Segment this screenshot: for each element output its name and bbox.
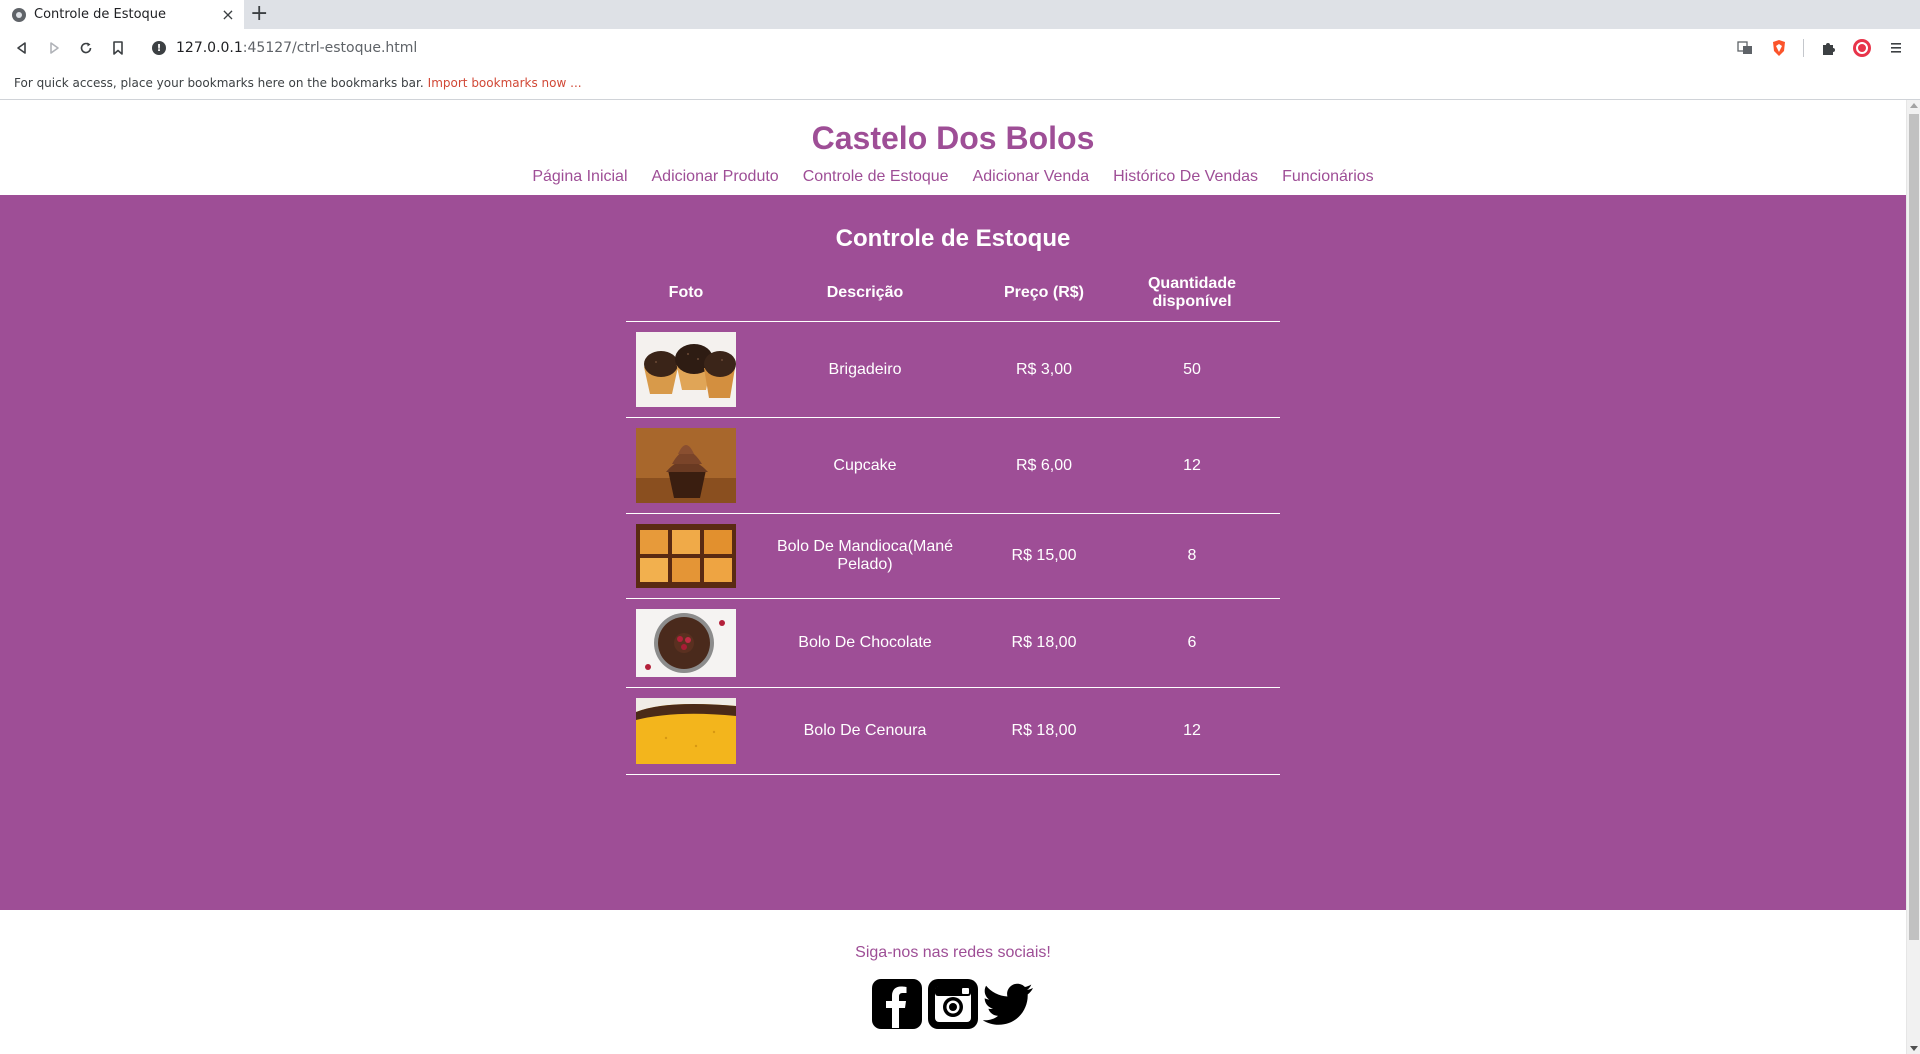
bookmarks-hint: For quick access, place your bookmarks h… — [14, 76, 424, 90]
page-scrollbar[interactable] — [1906, 100, 1920, 1054]
stock-table: Foto Descrição Preço (R$) Quantidade dis… — [626, 275, 1280, 775]
product-description: Bolo De Chocolate — [746, 598, 984, 688]
back-button[interactable] — [8, 34, 36, 62]
column-header-photo: Foto — [626, 275, 746, 322]
site-header: Castelo Dos Bolos Página Inicial Adicion… — [0, 100, 1906, 195]
chocolate-cake-photo — [636, 609, 736, 677]
photo-cell — [626, 321, 746, 418]
forward-button[interactable] — [40, 34, 68, 62]
scrollbar-thumb[interactable] — [1909, 114, 1919, 940]
bookmarks-bar: For quick access, place your bookmarks h… — [0, 67, 1920, 100]
mandioca-cake-photo — [636, 524, 736, 588]
table-header-row: Foto Descrição Preço (R$) Quantidade dis… — [626, 275, 1280, 322]
page-viewport: Castelo Dos Bolos Página Inicial Adicion… — [0, 100, 1906, 1054]
address-bar[interactable]: ! 127.0.0.1:45127/ctrl-estoque.html — [142, 34, 1735, 62]
product-quantity: 6 — [1104, 598, 1280, 688]
product-price: R$ 18,00 — [984, 687, 1104, 775]
follow-text: Siga-nos nas redes sociais! — [855, 944, 1051, 961]
product-description: Brigadeiro — [746, 321, 984, 418]
site-footer: Siga-nos nas redes sociais! — [0, 910, 1906, 1030]
nav-adicionar-venda[interactable]: Adicionar Venda — [973, 168, 1090, 186]
nav-historico-vendas[interactable]: Histórico De Vendas — [1113, 168, 1258, 186]
nav-pagina-inicial[interactable]: Página Inicial — [532, 168, 627, 186]
photo-cell — [626, 417, 746, 514]
toolbar-separator — [1803, 39, 1804, 57]
bookmark-button[interactable] — [104, 34, 132, 62]
product-price: R$ 15,00 — [984, 513, 1104, 599]
menu-icon[interactable] — [1886, 38, 1906, 58]
brigadeiro-photo — [636, 332, 736, 407]
photo-cell — [626, 598, 746, 688]
browser-tab-bar: Controle de Estoque × + — [0, 0, 1920, 29]
url-path: :45127/ctrl-estoque.html — [242, 40, 418, 56]
stock-section: Controle de Estoque Foto Descrição Preço… — [0, 195, 1906, 910]
tab-title: Controle de Estoque — [34, 7, 167, 22]
table-row: Bolo De Cenoura R$ 18,00 12 — [626, 687, 1280, 775]
browser-toolbar: ! 127.0.0.1:45127/ctrl-estoque.html — [0, 29, 1920, 67]
scroll-up-arrow-icon[interactable] — [1910, 103, 1918, 108]
url-host: 127.0.0.1 — [176, 40, 243, 56]
table-row: Cupcake R$ 6,00 12 — [626, 417, 1280, 514]
product-price: R$ 18,00 — [984, 598, 1104, 688]
scroll-down-arrow-icon[interactable] — [1910, 1046, 1918, 1051]
instagram-icon[interactable] — [927, 978, 979, 1030]
nav-adicionar-produto[interactable]: Adicionar Produto — [652, 168, 779, 186]
globe-icon — [12, 7, 26, 22]
social-links — [0, 978, 1906, 1030]
table-row: Bolo De Chocolate R$ 18,00 6 — [626, 598, 1280, 688]
cupcake-photo — [636, 428, 736, 503]
photo-cell — [626, 687, 746, 775]
photo-cell — [626, 513, 746, 599]
facebook-icon[interactable] — [871, 978, 923, 1030]
product-quantity: 12 — [1104, 687, 1280, 775]
column-header-quantity: Quantidade disponível — [1104, 275, 1280, 322]
carrot-cake-photo — [636, 698, 736, 764]
nav-funcionarios[interactable]: Funcionários — [1282, 168, 1374, 186]
translate-icon[interactable] — [1735, 38, 1755, 58]
browser-tab[interactable]: Controle de Estoque × — [0, 0, 244, 29]
product-description: Bolo De Mandioca(Mané Pelado) — [746, 513, 984, 599]
table-row: Bolo De Mandioca(Mané Pelado) R$ 15,00 8 — [626, 513, 1280, 599]
product-quantity: 12 — [1104, 417, 1280, 514]
product-price: R$ 3,00 — [984, 321, 1104, 418]
site-title: Castelo Dos Bolos — [811, 120, 1095, 156]
column-header-price: Preço (R$) — [984, 275, 1104, 322]
extensions-icon[interactable] — [1818, 38, 1838, 58]
product-description: Bolo De Cenoura — [746, 687, 984, 775]
table-row: Brigadeiro R$ 3,00 50 — [626, 321, 1280, 418]
product-description: Cupcake — [746, 417, 984, 514]
nav-controle-estoque[interactable]: Controle de Estoque — [803, 168, 949, 186]
product-quantity: 8 — [1104, 513, 1280, 599]
page-title: Controle de Estoque — [835, 225, 1071, 252]
new-tab-button[interactable]: + — [250, 2, 268, 26]
product-price: R$ 6,00 — [984, 417, 1104, 514]
twitter-icon[interactable] — [983, 978, 1035, 1030]
main-nav: Página Inicial Adicionar Produto Control… — [0, 168, 1906, 186]
import-bookmarks-link[interactable]: Import bookmarks now ... — [428, 76, 582, 90]
reload-button[interactable] — [72, 34, 100, 62]
product-quantity: 50 — [1104, 321, 1280, 418]
close-tab-icon[interactable]: × — [220, 5, 236, 24]
site-info-icon[interactable]: ! — [152, 41, 166, 55]
brave-shield-icon[interactable] — [1769, 38, 1789, 58]
column-header-description: Descrição — [746, 275, 984, 322]
brave-rewards-icon[interactable] — [1852, 38, 1872, 58]
